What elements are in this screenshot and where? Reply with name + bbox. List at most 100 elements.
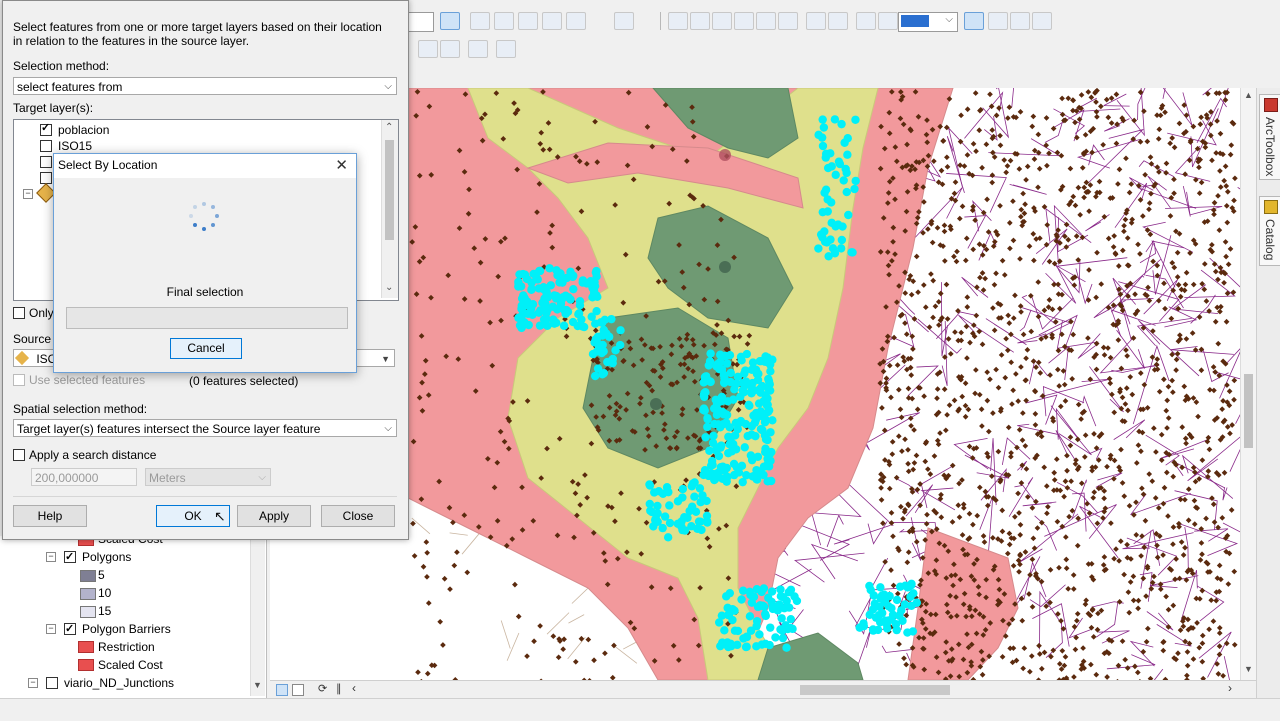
help-button[interactable]: Help <box>13 505 87 527</box>
change-layout-icon[interactable] <box>1032 12 1052 30</box>
search-distance-label: Apply a search distance <box>29 448 156 462</box>
layer-visibility-checkbox[interactable] <box>64 551 76 563</box>
spatial-method-select[interactable]: Target layer(s) features intersect the S… <box>13 419 397 437</box>
search-distance-input[interactable]: 200,000000 <box>31 468 137 486</box>
scroll-left-icon[interactable]: ‹ <box>352 681 356 695</box>
symbol-label: Scaled Cost <box>98 656 163 674</box>
layer-props-icon[interactable] <box>494 12 514 30</box>
target-layer-checkbox[interactable] <box>40 140 52 152</box>
facility-point <box>650 398 662 410</box>
toc-scrollbar[interactable]: ▼ <box>250 536 265 696</box>
layer-visibility-checkbox[interactable] <box>64 623 76 635</box>
resize-icon[interactable] <box>778 12 798 30</box>
help-pointer-icon[interactable] <box>614 12 634 30</box>
toc-layer-label: viario_ND_Junctions <box>64 674 174 692</box>
map-vertical-scrollbar[interactable]: ▲ ▼ <box>1240 88 1257 680</box>
cancel-button[interactable]: Cancel <box>170 338 242 359</box>
arctoolbox-tab[interactable]: ArcToolbox <box>1259 94 1280 180</box>
snap-icon[interactable] <box>668 12 688 30</box>
refresh-icon[interactable]: ⟳ <box>318 682 327 695</box>
apply-button[interactable]: Apply <box>237 505 311 527</box>
layout-view-icon[interactable] <box>292 684 304 696</box>
toolbar-dropdown[interactable] <box>408 12 434 32</box>
frame-icon[interactable] <box>468 40 488 58</box>
align-icon[interactable] <box>690 12 710 30</box>
map-canvas[interactable] <box>408 88 1240 680</box>
scrollbar-thumb[interactable] <box>800 685 950 695</box>
distribute-icon[interactable] <box>734 12 754 30</box>
zoom-out-page-icon[interactable] <box>878 12 898 30</box>
collapse-icon[interactable]: − <box>46 624 56 634</box>
search-distance-checkbox[interactable] <box>13 449 25 461</box>
focus-frame-icon[interactable] <box>964 12 984 30</box>
progress-dialog-title: Select By Location <box>58 158 157 172</box>
scroll-down-icon[interactable]: ⌄ <box>385 282 393 293</box>
search-distance-value: 200,000000 <box>35 471 98 485</box>
spatial-method-value: Target layer(s) features intersect the S… <box>17 422 320 436</box>
map-view[interactable] <box>408 88 1240 680</box>
fit-icon[interactable] <box>756 12 776 30</box>
only-selectable-checkbox[interactable] <box>13 307 25 319</box>
mouse-cursor-icon: ↖ <box>214 508 226 525</box>
selection-method-select[interactable]: select features from ⌵ <box>13 77 397 95</box>
table-icon[interactable] <box>470 12 490 30</box>
scroll-down-icon[interactable]: ▼ <box>1244 664 1253 674</box>
scroll-up-icon[interactable]: ⌃ <box>385 122 393 133</box>
ungroup-icon[interactable] <box>828 12 848 30</box>
close-icon[interactable]: ✕ <box>335 156 348 174</box>
divider <box>13 496 397 497</box>
measure-icon[interactable] <box>496 40 516 58</box>
data-view-icon[interactable] <box>276 684 288 696</box>
status-bar <box>0 698 1280 721</box>
group-icon[interactable] <box>806 12 826 30</box>
distance-unit-value: Meters <box>149 471 186 485</box>
zoom-select[interactable]: ⌵ <box>898 12 958 32</box>
pause-icon[interactable]: ∥ <box>336 682 342 695</box>
catalog-icon <box>1264 200 1278 214</box>
toc-layer-polygon-barriers[interactable]: − Polygon Barriers <box>46 620 246 638</box>
list-scrollbar[interactable]: ⌃ ⌄ <box>381 120 398 298</box>
table-of-contents: Scaled Cost − Polygons 5 10 15 − Polygon… <box>0 536 267 698</box>
edit-tool-icon[interactable] <box>440 12 460 30</box>
toolbox-icon[interactable] <box>518 12 538 30</box>
grid-icon[interactable] <box>712 12 732 30</box>
target-layers-label: Target layer(s): <box>13 101 93 115</box>
distance-unit-select[interactable]: Meters ⌵ <box>145 468 271 486</box>
toc-layer-junctions[interactable]: − viario_ND_Junctions <box>28 674 248 692</box>
scroll-down-icon[interactable]: ▼ <box>253 680 262 690</box>
use-selected-checkbox[interactable] <box>13 374 25 386</box>
zoom-value-highlight <box>901 15 929 27</box>
scrollbar-thumb[interactable] <box>385 140 394 240</box>
scrollbar-thumb[interactable] <box>1244 374 1253 448</box>
chevron-down-icon: ▼ <box>381 350 390 368</box>
catalog-tab-label: Catalog <box>1263 219 1277 260</box>
python-icon[interactable] <box>542 12 562 30</box>
class-swatch <box>80 588 96 600</box>
layout-icon[interactable] <box>1010 12 1030 30</box>
target-layer-checkbox[interactable] <box>40 156 52 168</box>
xy-icon[interactable] <box>440 40 460 58</box>
catalog-icon[interactable] <box>566 12 586 30</box>
layer-visibility-checkbox[interactable] <box>46 677 58 689</box>
scroll-up-icon[interactable]: ▲ <box>1244 90 1253 100</box>
map-horizontal-scrollbar[interactable]: ⟳ ∥ ‹ › <box>270 680 1256 699</box>
collapse-icon[interactable]: − <box>28 678 38 688</box>
scaled-cost-symbol-icon <box>78 659 94 671</box>
target-layer-checkbox[interactable] <box>40 124 52 136</box>
class-label: 5 <box>98 566 105 584</box>
collapse-icon[interactable]: − <box>23 189 33 199</box>
zoom-in-page-icon[interactable] <box>856 12 876 30</box>
route-icon[interactable] <box>418 40 438 58</box>
loading-spinner-icon <box>188 202 220 234</box>
chevron-down-icon: ⌵ <box>384 78 392 96</box>
toc-layer-polygons[interactable]: − Polygons <box>46 548 246 566</box>
chevron-down-icon: ⌵ <box>384 420 392 438</box>
scroll-right-icon[interactable]: › <box>1228 681 1232 695</box>
spatial-method-label: Spatial selection method: <box>13 402 147 416</box>
class-label: 10 <box>98 584 111 602</box>
catalog-tab[interactable]: Catalog <box>1259 196 1280 266</box>
page-icon[interactable] <box>988 12 1008 30</box>
chevron-down-icon: ⌵ <box>945 14 953 25</box>
collapse-icon[interactable]: − <box>46 552 56 562</box>
close-button[interactable]: Close <box>321 505 395 527</box>
